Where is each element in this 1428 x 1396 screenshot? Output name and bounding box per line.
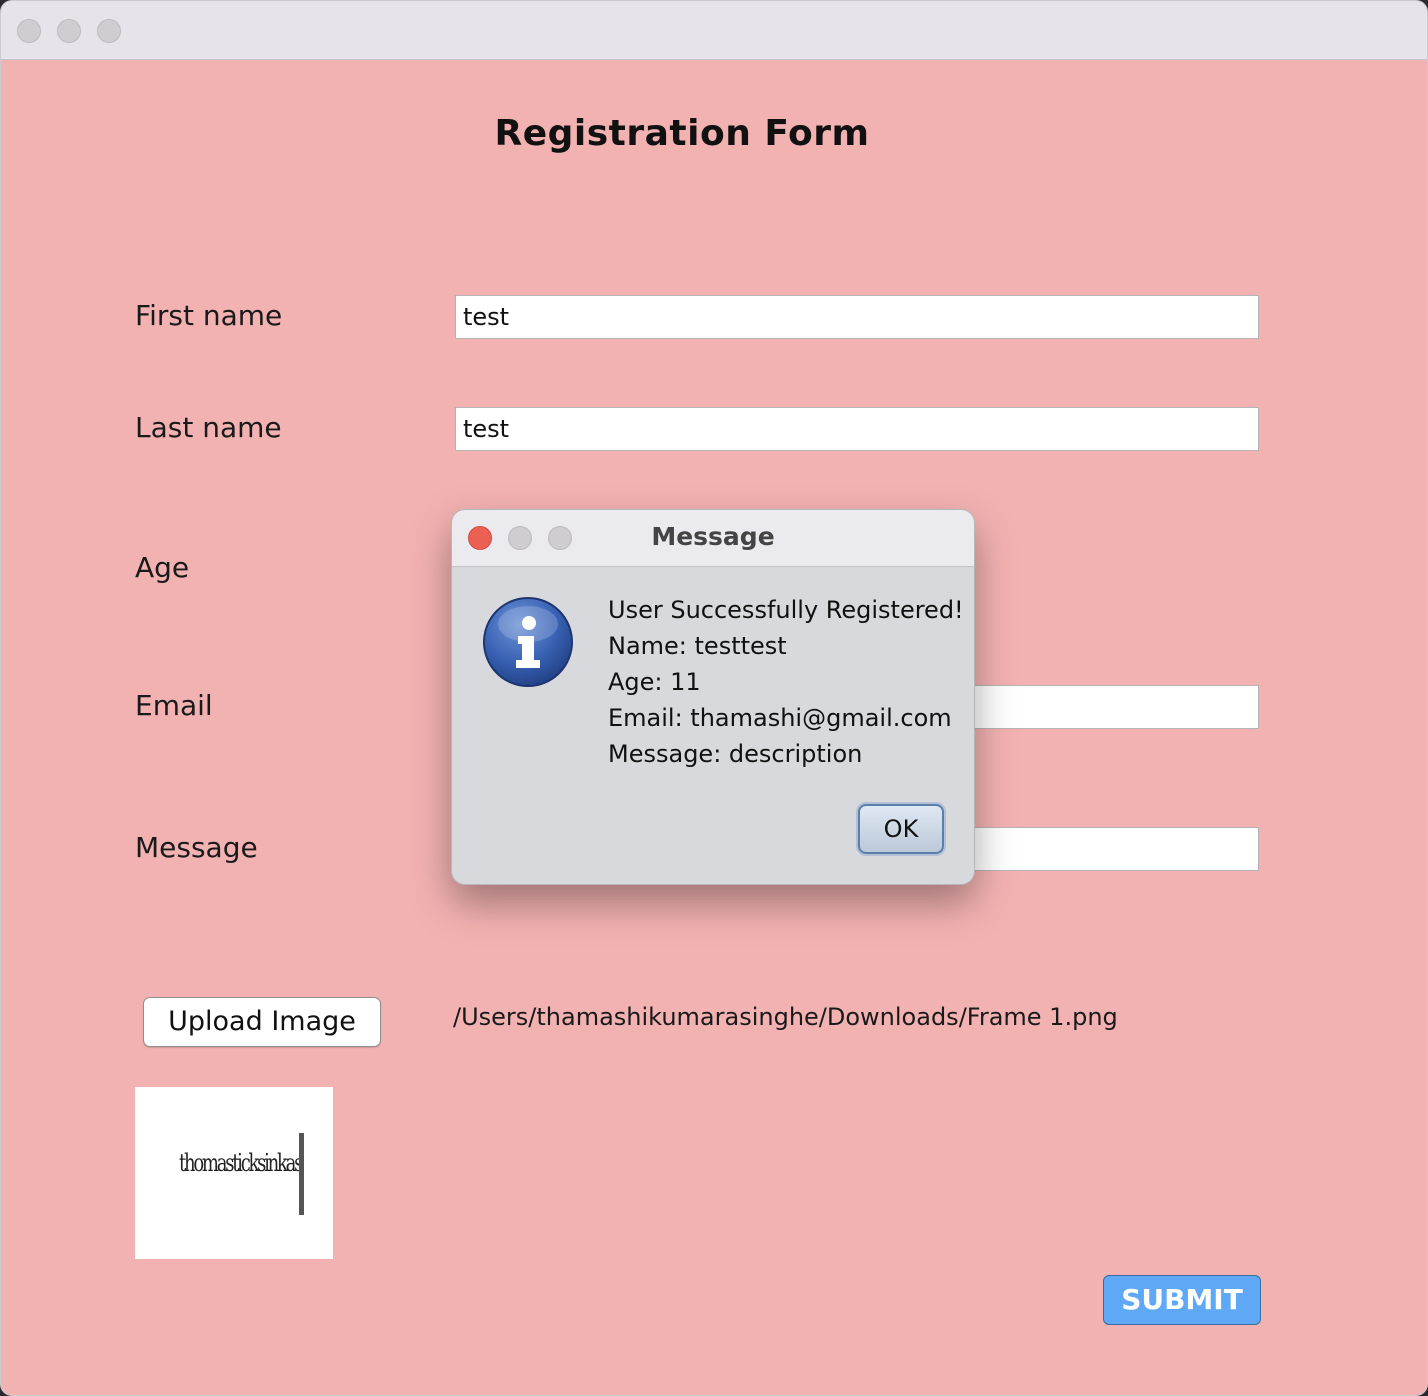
message-label: Message (135, 831, 258, 864)
image-preview: thomasticksinkas (135, 1087, 333, 1259)
dialog-message-line: Name: testtest (608, 632, 787, 660)
first-name-label: First name (135, 299, 283, 332)
registration-window: Registration Form First name Last name A… (0, 0, 1428, 1396)
last-name-label: Last name (135, 411, 282, 444)
zoom-window-button[interactable] (97, 19, 121, 43)
dialog-message-line: Email: thamashi@gmail.com (608, 704, 952, 732)
email-label: Email (135, 689, 213, 722)
ok-button[interactable]: OK (858, 804, 944, 854)
info-icon (483, 597, 573, 687)
preview-image-text: thomasticksinkas (179, 1149, 303, 1177)
dialog-message-line: Message: description (608, 740, 863, 768)
submit-button[interactable]: SUBMIT (1103, 1275, 1261, 1325)
selected-file-path: /Users/thamashikumarasinghe/Downloads/Fr… (453, 1003, 1118, 1031)
message-dialog: Message User Successfully Registered! Na… (451, 509, 975, 885)
close-window-button[interactable] (17, 19, 41, 43)
dialog-title: Message (651, 522, 775, 551)
minimize-window-button[interactable] (57, 19, 81, 43)
upload-image-button[interactable]: Upload Image (143, 997, 381, 1047)
form-title: Registration Form (494, 113, 870, 154)
dialog-message-line: User Successfully Registered! (608, 596, 964, 624)
dialog-titlebar: Message (452, 510, 974, 567)
first-name-input[interactable] (455, 295, 1259, 339)
window-titlebar (1, 1, 1427, 60)
preview-image-bar (299, 1133, 304, 1215)
last-name-input[interactable] (455, 407, 1259, 451)
age-label: Age (135, 551, 190, 584)
dialog-message-line: Age: 11 (608, 668, 701, 696)
